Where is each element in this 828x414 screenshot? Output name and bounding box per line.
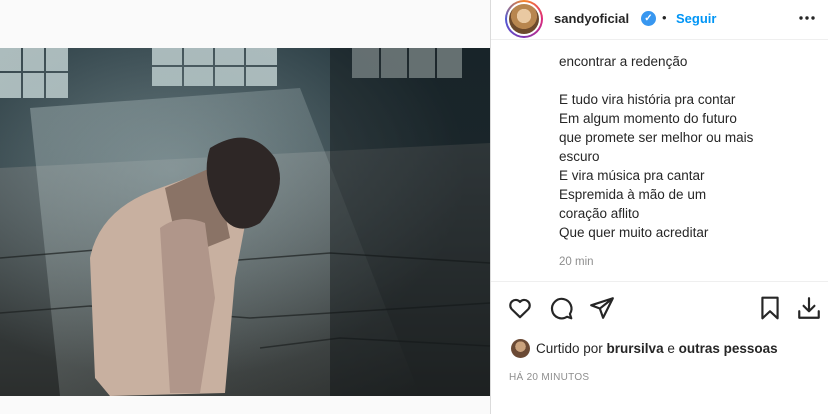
caption-line: coração aflito (559, 206, 640, 221)
caption-line: E tudo vira história pra contar (559, 92, 736, 107)
caption-line (559, 71, 819, 90)
username-link[interactable]: sandyoficial (554, 11, 629, 26)
post-header: sandyoficial ✓ • Seguir (491, 0, 828, 40)
heart-icon[interactable] (507, 295, 533, 321)
photo-illustration (0, 48, 490, 396)
download-icon[interactable] (796, 295, 822, 321)
divider (491, 281, 828, 282)
caption-line: Em algum momento do futuro (559, 111, 737, 126)
post-photo[interactable] (0, 48, 490, 396)
bookmark-icon[interactable] (757, 295, 783, 321)
share-icon[interactable] (589, 295, 615, 321)
avatar[interactable] (505, 0, 543, 38)
liker-avatar[interactable] (511, 339, 530, 358)
follow-button[interactable]: Seguir (676, 11, 716, 26)
likes-text: Curtido por brursilva e outras pessoas (536, 341, 778, 356)
avatar-image (509, 4, 539, 34)
other-likers-link[interactable]: outras pessoas (679, 341, 778, 356)
caption-line: encontrar a redenção (559, 54, 688, 69)
post-caption: encontrar a redenção E tudo vira históri… (559, 52, 819, 242)
post-actions-bar (491, 290, 828, 326)
header-separator: • (662, 10, 667, 25)
caption-line: que promete ser melhor ou mais (559, 130, 754, 145)
comment-icon[interactable] (548, 295, 574, 321)
caption-line: escuro (559, 149, 600, 164)
liker-username-link[interactable]: brursilva (607, 341, 664, 356)
instagram-post-page: sandyoficial ✓ • Seguir encontrar a rede… (0, 0, 828, 414)
verified-badge-icon: ✓ (641, 11, 656, 26)
caption-line: Espremida à mão de um (559, 187, 707, 202)
more-options-icon[interactable] (797, 8, 817, 28)
post-timestamp[interactable]: HÁ 20 MINUTOS (509, 372, 589, 383)
caption-line: E vira música pra cantar (559, 168, 705, 183)
caption-timestamp[interactable]: 20 min (559, 256, 594, 268)
bottom-strip (0, 396, 490, 414)
caption-line: Que quer muito acreditar (559, 225, 709, 240)
likes-conjunction: e (663, 341, 679, 356)
likes-prefix: Curtido por (536, 341, 607, 356)
post-side-panel: sandyoficial ✓ • Seguir encontrar a rede… (490, 0, 828, 414)
